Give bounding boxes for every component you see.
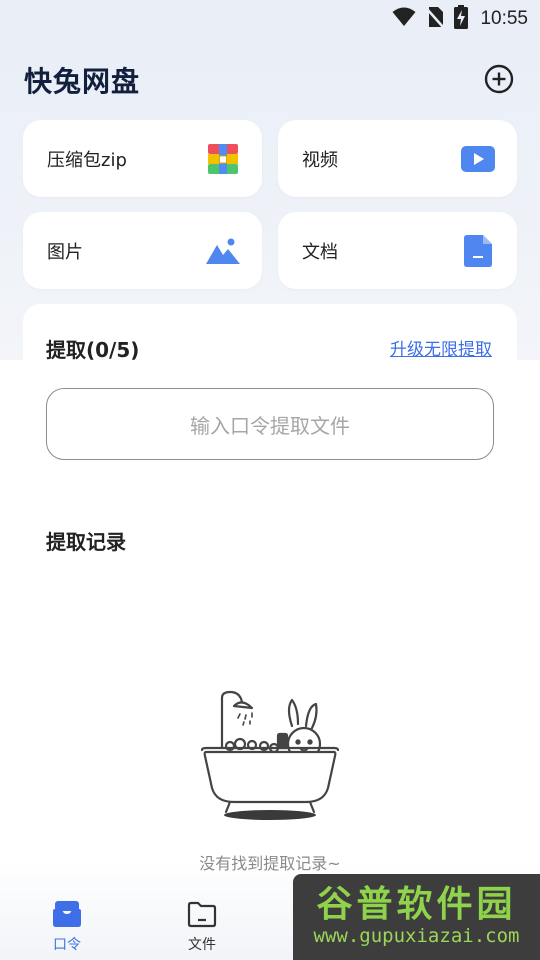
- tab-label: 口令: [53, 937, 81, 953]
- records-title: 提取记录: [46, 530, 126, 554]
- battery-charging-icon: [454, 4, 469, 34]
- category-label: 视频: [302, 149, 338, 171]
- category-label: 压缩包zip: [47, 149, 127, 171]
- video-play-icon: [461, 142, 495, 176]
- extract-title: 提取(0/5): [46, 338, 140, 362]
- zip-archive-icon: [206, 142, 240, 176]
- status-bar: 10:55: [0, 0, 540, 38]
- tab-label: 文件: [188, 937, 216, 953]
- watermark-title: 谷普软件园: [316, 884, 517, 925]
- category-card-image[interactable]: 图片: [23, 212, 262, 289]
- inbox-icon: [52, 900, 82, 928]
- status-time: 10:55: [480, 8, 528, 29]
- tab-code[interactable]: 口令: [27, 892, 107, 960]
- upgrade-link[interactable]: 升级无限提取: [390, 335, 492, 360]
- code-input-placeholder: 输入口令提取文件: [190, 413, 350, 438]
- tab-files[interactable]: 文件: [162, 892, 242, 960]
- category-card-video[interactable]: 视频: [278, 120, 517, 197]
- category-label: 图片: [47, 241, 83, 263]
- category-label: 文档: [302, 241, 338, 263]
- plus-circle-icon[interactable]: [484, 64, 514, 94]
- watermark-url: www.gupuxiazai.com: [313, 925, 520, 947]
- rabbit-in-bathtub-illustration: [200, 688, 340, 828]
- folder-icon: [187, 900, 217, 928]
- app-title: 快兔网盘: [24, 65, 141, 98]
- no-sim-icon: [426, 6, 445, 33]
- empty-records-text: 没有找到提取记录~: [199, 854, 341, 873]
- document-icon: [461, 234, 495, 268]
- watermark-logo: 谷普软件园 www.gupuxiazai.com: [293, 874, 540, 960]
- wifi-icon: [392, 7, 416, 32]
- category-card-document[interactable]: 文档: [278, 212, 517, 289]
- category-card-zip[interactable]: 压缩包zip: [23, 120, 262, 197]
- code-input[interactable]: 输入口令提取文件: [46, 388, 494, 460]
- image-mountain-icon: [206, 234, 240, 268]
